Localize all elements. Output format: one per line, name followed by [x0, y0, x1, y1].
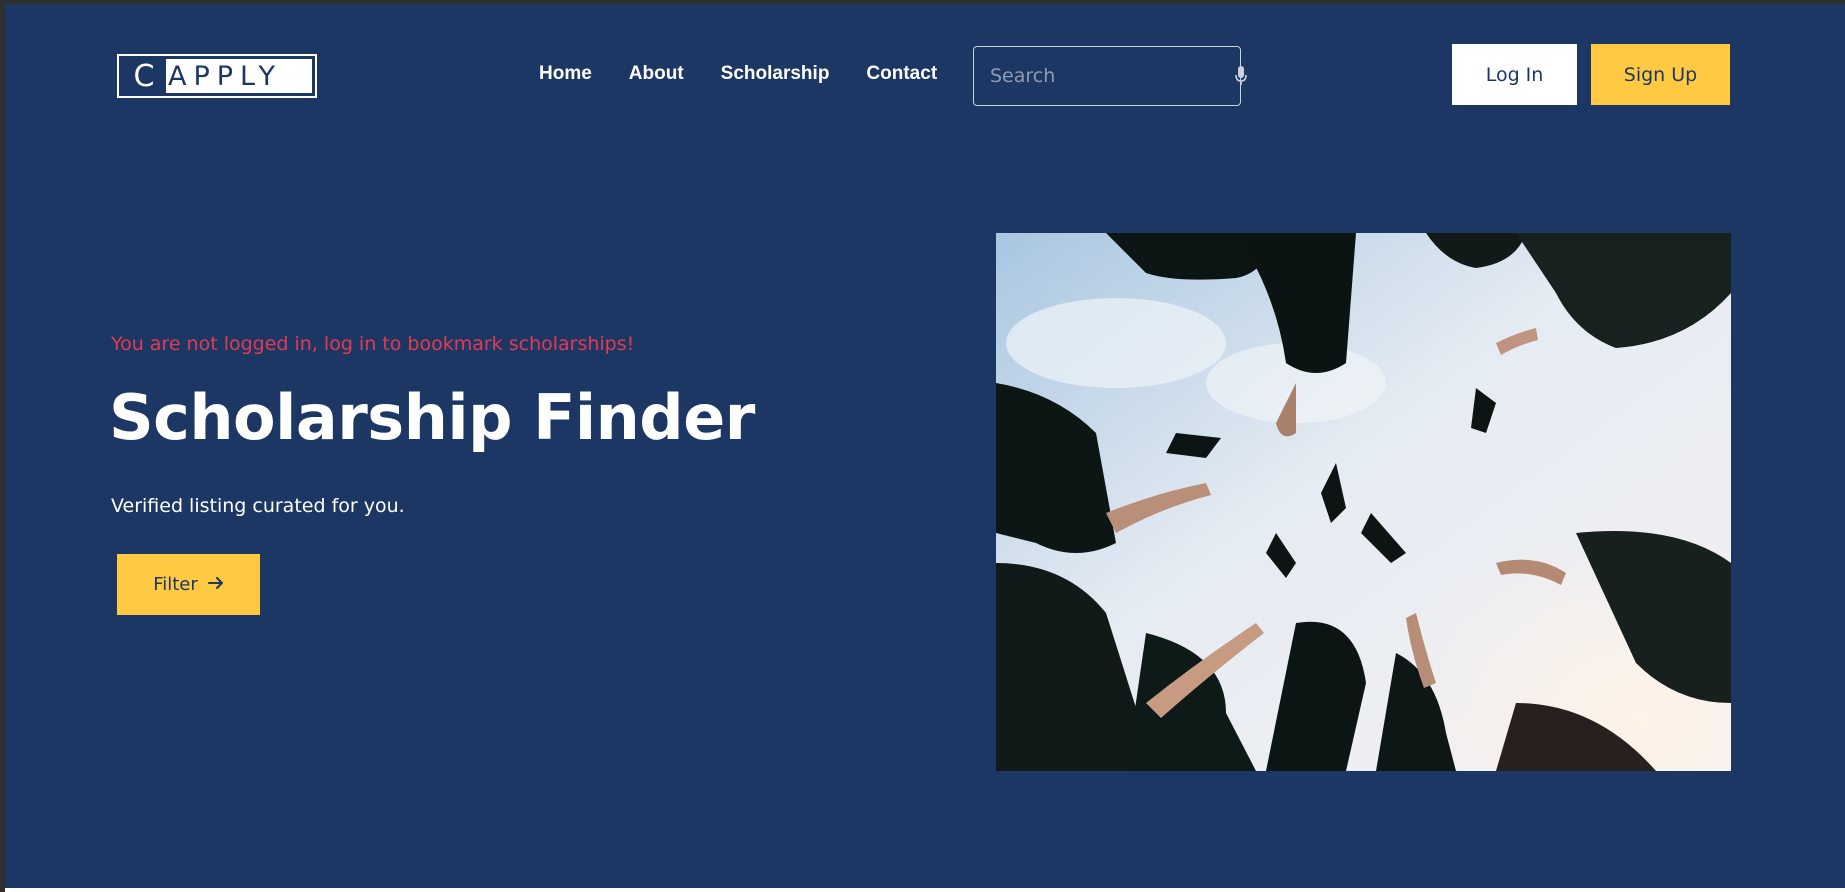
footer-edge [5, 888, 1845, 892]
signup-button[interactable]: Sign Up [1591, 44, 1730, 105]
capply-logo[interactable]: C APPLY [117, 54, 317, 98]
main-nav: Home About Scholarship Contact [539, 62, 974, 86]
nav-contact[interactable]: Contact [866, 62, 937, 86]
nav-scholarship[interactable]: Scholarship [721, 62, 830, 86]
nav-about[interactable]: About [629, 62, 684, 86]
nav-home[interactable]: Home [539, 62, 592, 86]
microphone-icon[interactable] [1235, 65, 1247, 87]
graduation-caps-photo [996, 233, 1731, 771]
arrow-right-icon [207, 574, 224, 595]
filter-button[interactable]: Filter [117, 554, 260, 615]
logo-letter: C [122, 59, 166, 94]
login-notice: You are not logged in, log in to bookmar… [111, 333, 635, 355]
hero-subtitle: Verified listing curated for you. [111, 495, 405, 517]
login-button[interactable]: Log In [1452, 44, 1577, 105]
logo-text: APPLY [168, 60, 282, 92]
search-box [973, 46, 1247, 106]
search-input[interactable] [988, 64, 1235, 88]
page-title: Scholarship Finder [109, 381, 755, 454]
filter-label: Filter [153, 574, 198, 595]
